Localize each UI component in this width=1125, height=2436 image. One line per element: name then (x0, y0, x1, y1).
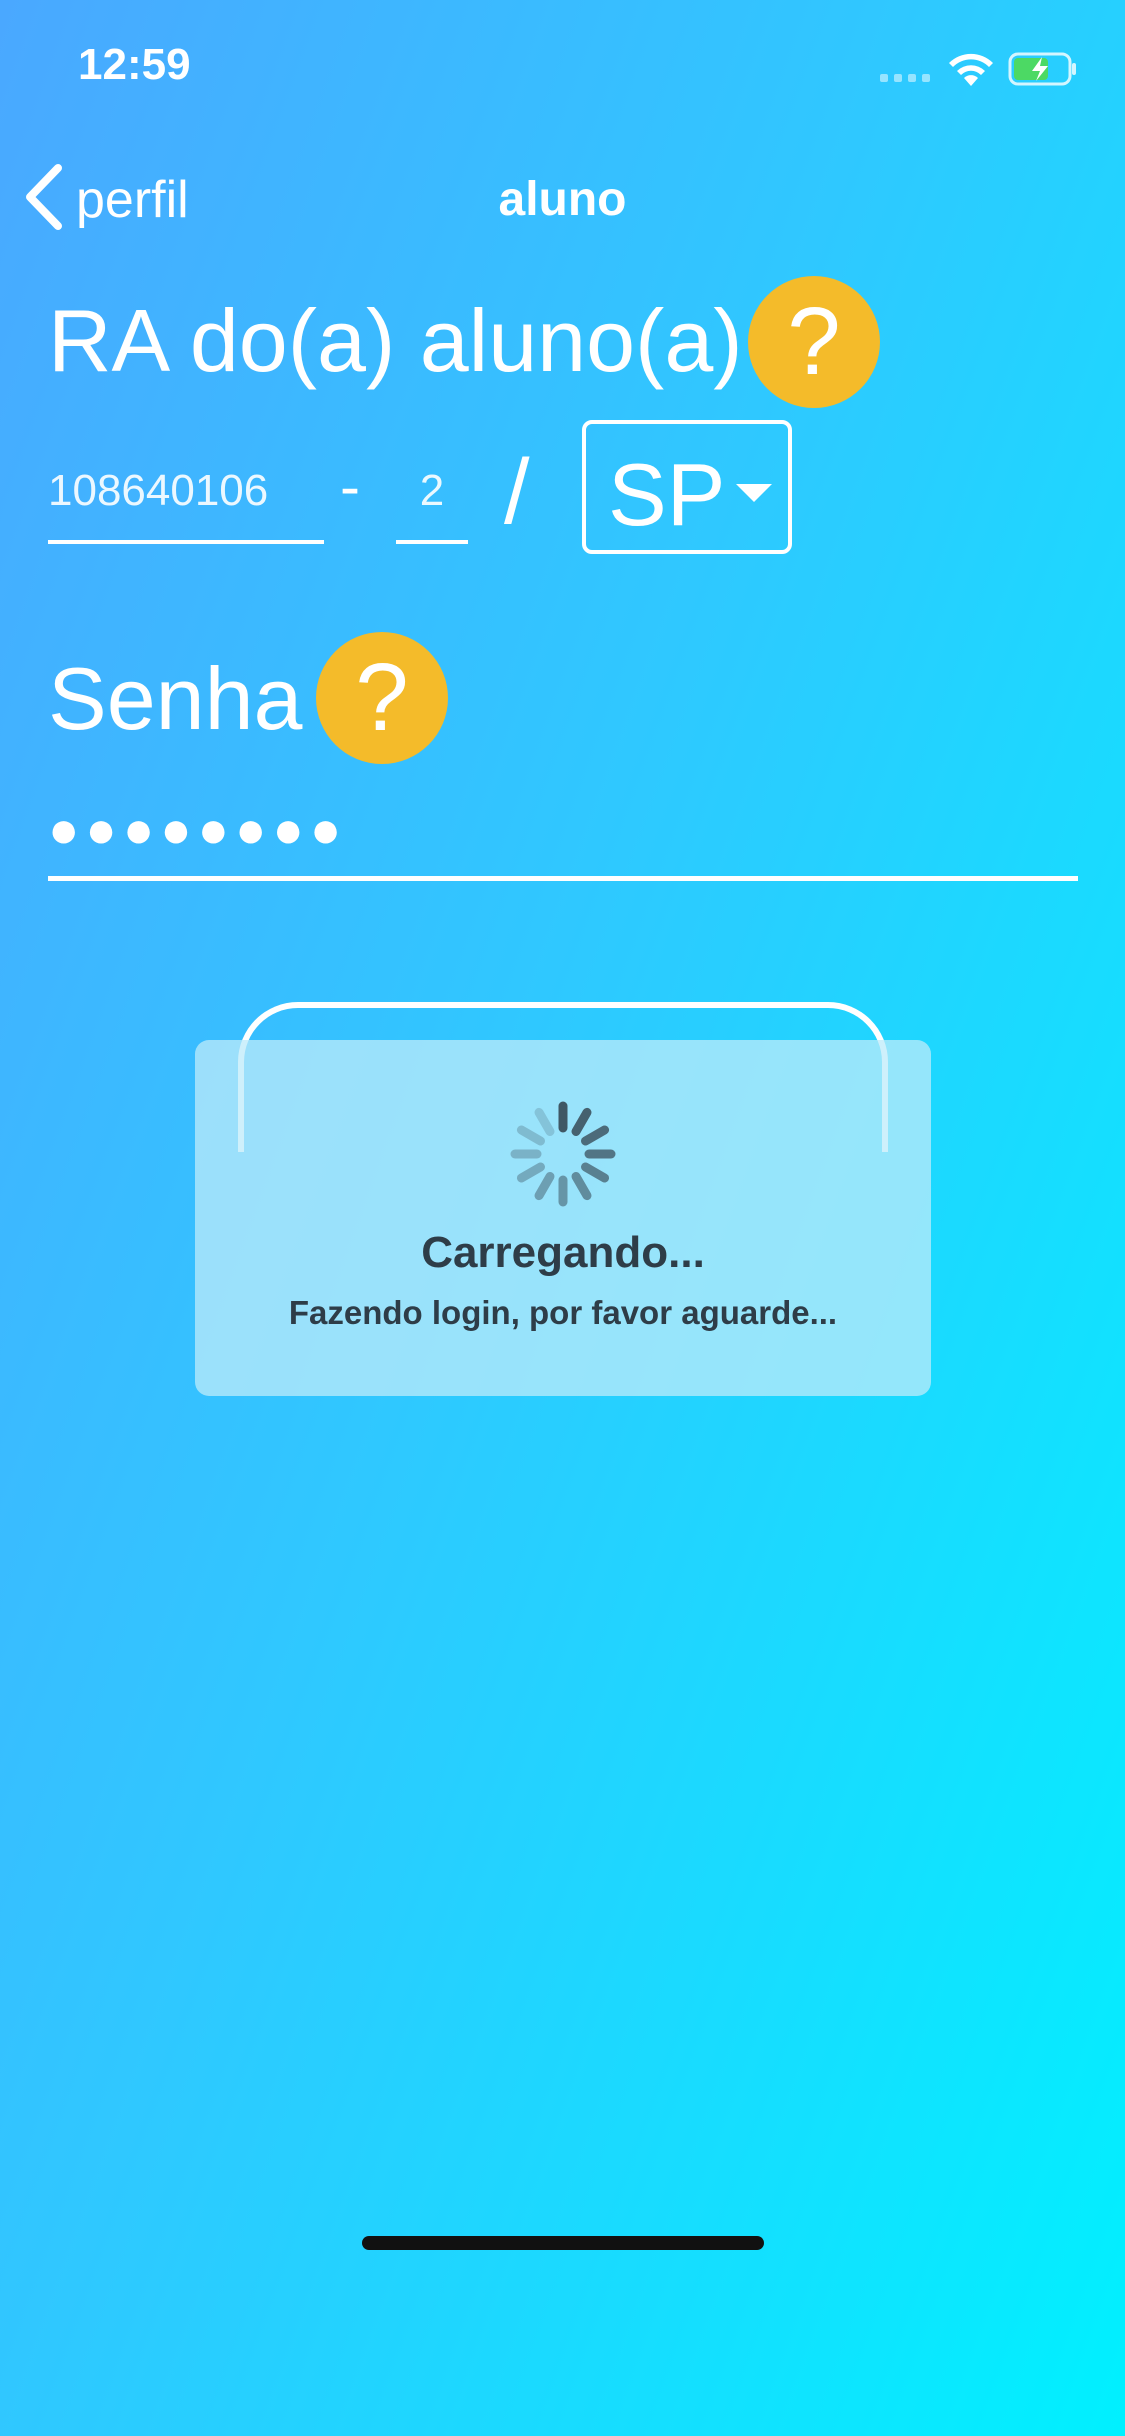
spinner-icon (510, 1101, 616, 1207)
home-indicator[interactable] (362, 2236, 764, 2250)
status-time: 12:59 (78, 40, 191, 89)
page-title: aluno (498, 173, 627, 226)
ra-label: RA do(a) aluno(a) (48, 291, 743, 390)
caret-down-icon (736, 484, 772, 502)
password-help-button[interactable]: ? (316, 632, 448, 764)
loading-overlay: Carregando... Fazendo login, por favor a… (195, 1040, 931, 1396)
ra-number-input[interactable]: 108640106 (48, 466, 324, 544)
loading-subtitle: Fazendo login, por favor aguarde... (288, 1294, 838, 1331)
state-value: SP (608, 445, 726, 544)
loading-title: Carregando... (421, 1228, 705, 1277)
password-field[interactable]: ●●●●●●●● (48, 800, 347, 860)
ra-separator: - (340, 453, 360, 520)
wifi-icon (949, 53, 993, 86)
ra-digit-input[interactable]: 2 (396, 466, 468, 544)
battery-charging-icon (1008, 52, 1076, 86)
state-select[interactable]: SP (582, 420, 792, 554)
password-underline (48, 876, 1078, 881)
cellular-signal-icon (880, 74, 930, 82)
ra-help-button[interactable]: ? (748, 276, 880, 408)
password-label: Senha (48, 649, 303, 748)
ra-slash: / (504, 441, 530, 543)
